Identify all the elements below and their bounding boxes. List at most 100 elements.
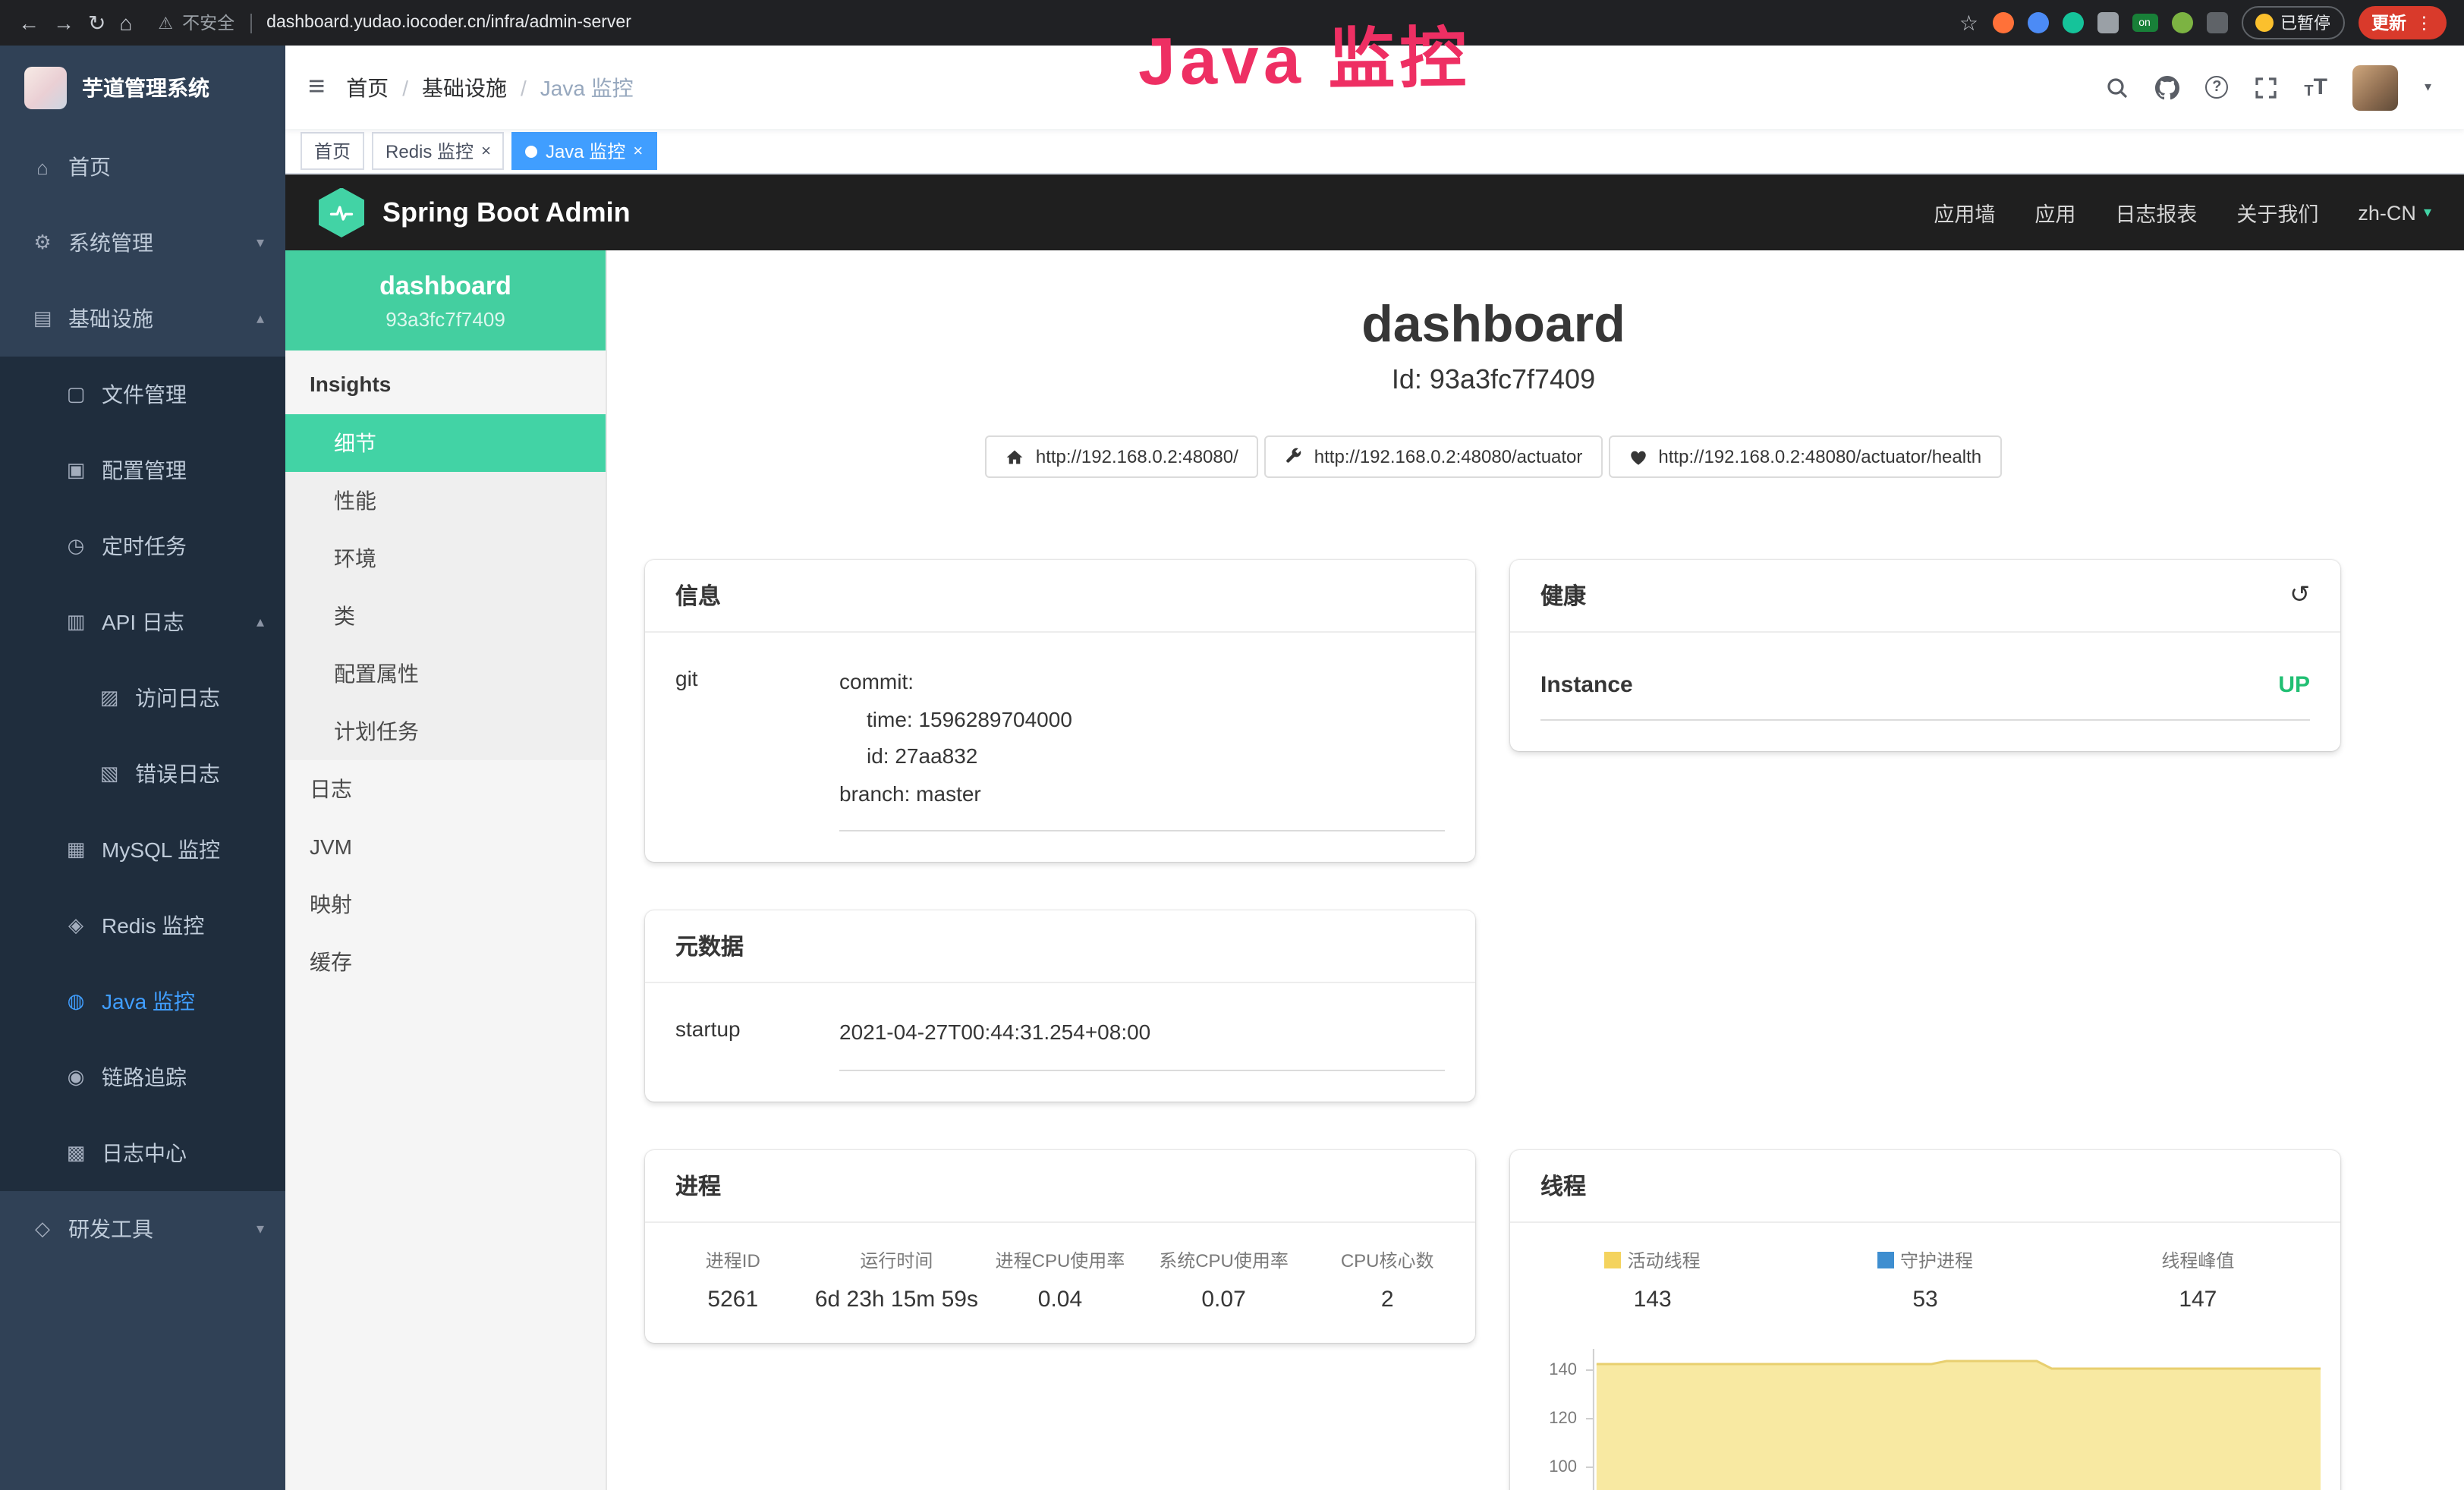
sidebar-item-file-management[interactable]: ▢ 文件管理 <box>0 357 285 432</box>
bookmark-star-icon[interactable]: ☆ <box>1959 12 1978 33</box>
forward-icon[interactable]: → <box>53 12 74 33</box>
sidebar-item-system-management[interactable]: ⚙ 系统管理 ▾ <box>0 205 285 281</box>
not-secure-label: 不安全 <box>182 11 234 35</box>
sidebar-item-access-logs[interactable]: ▨ 访问日志 <box>0 660 285 736</box>
extension-icon[interactable] <box>2027 12 2048 33</box>
stat-cpu-cores: CPU核心数 2 <box>1305 1246 1469 1312</box>
tags-bar: 首页 Redis 监控 × Java 监控 × <box>285 129 2464 174</box>
sidebar-item-tracing[interactable]: ◉ 链路追踪 <box>0 1039 285 1115</box>
sidebar-item-error-logs[interactable]: ▧ 错误日志 <box>0 736 285 812</box>
back-icon[interactable]: ← <box>18 12 39 33</box>
sidebar-item-dev-tools[interactable]: ◇ 研发工具 ▾ <box>0 1191 285 1267</box>
sba-item-caches[interactable]: 缓存 <box>285 933 606 991</box>
extension-icon[interactable] <box>2171 12 2192 33</box>
sidebar-item-api-logs[interactable]: ▥ API 日志 ▴ <box>0 584 285 660</box>
extension-puzzle-icon[interactable] <box>2206 12 2227 33</box>
hamburger-icon[interactable]: ≡ <box>308 71 325 104</box>
browser-home-icon[interactable]: ⌂ <box>119 12 132 33</box>
threads-card: 线程 活动线程 143 守护进程 <box>1510 1149 2340 1490</box>
sidebar-item-mysql-monitor[interactable]: ▦ MySQL 监控 <box>0 812 285 888</box>
sba-nav-about[interactable]: 关于我们 <box>2236 197 2318 228</box>
stat-uptime: 运行时间 6d 23h 15m 59s <box>815 1246 979 1312</box>
threads-legend: 活动线程 143 守护进程 53 线程峰值 <box>1510 1222 2340 1342</box>
profile-paused-badge[interactable]: 已暂停 <box>2241 6 2344 39</box>
spring-boot-admin: Spring Boot Admin 应用墙 应用 日志报表 关于我们 zh-CN… <box>285 174 2464 1490</box>
app-logo[interactable]: 芋道管理系统 <box>0 46 285 129</box>
sba-nav-wall[interactable]: 应用墙 <box>1934 197 1995 228</box>
sba-item-scheduled-tasks[interactable]: 计划任务 <box>285 703 606 760</box>
app-menu: ⌂ 首页 ⚙ 系统管理 ▾ ▤ 基础设施 ▴ ▢ 文件管理 <box>0 129 285 1267</box>
access-log-icon: ▨ <box>97 686 121 710</box>
service-url-button[interactable]: http://192.168.0.2:48080/ <box>986 435 1258 478</box>
fullscreen-icon[interactable] <box>2254 75 2278 99</box>
sba-nav-journal[interactable]: 日志报表 <box>2115 197 2197 228</box>
breadcrumb-home[interactable]: 首页 <box>346 72 389 102</box>
close-icon[interactable]: × <box>633 142 643 160</box>
extensions-grid-icon[interactable] <box>2097 12 2118 33</box>
github-icon[interactable] <box>2155 75 2179 99</box>
sba-logo-icon[interactable] <box>319 187 364 237</box>
address-bar[interactable]: ⚠ 不安全 dashboard.yudao.iocoder.cn/infra/a… <box>158 11 631 35</box>
search-icon[interactable] <box>2105 75 2129 99</box>
history-icon[interactable]: ↺ <box>2289 583 2310 608</box>
sba-item-metrics[interactable]: 性能 <box>285 472 606 530</box>
sidebar-item-home[interactable]: ⌂ 首页 <box>0 129 285 205</box>
app-sidebar: 芋道管理系统 ⌂ 首页 ⚙ 系统管理 ▾ ▤ 基础设施 ▴ <box>0 46 285 1490</box>
sba-item-details[interactable]: 细节 <box>285 414 606 472</box>
health-instance-label: Instance <box>1540 672 1633 698</box>
sba-instance-header[interactable]: dashboard 93a3fc7f7409 <box>285 250 606 350</box>
sba-item-mappings[interactable]: 映射 <box>285 875 606 933</box>
font-size-icon[interactable]: TT <box>2304 74 2327 100</box>
sidebar-item-label: Redis 监控 <box>102 910 204 941</box>
not-secure-warning-icon: ⚠ <box>158 13 173 33</box>
sidebar-item-config-management[interactable]: ▣ 配置管理 <box>0 432 285 508</box>
tag-java-monitor[interactable]: Java 监控 × <box>512 132 656 170</box>
stat-label: 系统CPU使用率 <box>1142 1246 1306 1272</box>
legend-label: 守护进程 <box>1900 1250 1973 1271</box>
sidebar-item-infrastructure[interactable]: ▤ 基础设施 ▴ <box>0 281 285 357</box>
breadcrumb-current: Java 监控 <box>540 72 634 102</box>
sidebar-item-label: Java 监控 <box>102 986 195 1017</box>
sba-nav-applications[interactable]: 应用 <box>2034 197 2075 228</box>
sba-item-configprops[interactable]: 配置属性 <box>285 645 606 703</box>
sba-item-jvm[interactable]: JVM <box>285 818 606 875</box>
extension-on-badge[interactable]: on <box>2132 14 2157 32</box>
close-icon[interactable]: × <box>481 142 491 160</box>
sidebar-item-label: 链路追踪 <box>102 1062 187 1092</box>
help-icon[interactable]: ? <box>2205 76 2228 99</box>
address-divider <box>250 13 251 33</box>
smiley-icon <box>2255 14 2273 32</box>
status-badge: UP <box>2278 672 2310 698</box>
refresh-icon[interactable]: ↻ <box>88 12 105 33</box>
sidebar-item-redis-monitor[interactable]: ◈ Redis 监控 <box>0 888 285 963</box>
sba-locale-select[interactable]: zh-CN ▾ <box>2358 201 2431 224</box>
sidebar-item-log-center[interactable]: ▩ 日志中心 <box>0 1115 285 1191</box>
process-stats: 进程ID 5261 运行时间 6d 23h 15m 59s <box>645 1222 1475 1342</box>
sidebar-item-java-monitor[interactable]: ◍ Java 监控 <box>0 963 285 1039</box>
metadata-key: startup <box>675 1014 839 1070</box>
home-icon: ⌂ <box>30 156 55 178</box>
tag-redis-monitor[interactable]: Redis 监控 × <box>372 132 505 170</box>
update-button[interactable]: 更新 ⋮ <box>2358 6 2447 39</box>
avatar-caret-icon[interactable]: ▾ <box>2425 79 2431 96</box>
sba-item-loggers[interactable]: 日志 <box>285 760 606 818</box>
avatar[interactable] <box>2353 64 2399 110</box>
breadcrumb-infrastructure[interactable]: 基础设施 <box>422 72 507 102</box>
sba-body: dashboard 93a3fc7f7409 Insights 细节 性能 环境… <box>285 250 2464 1490</box>
sba-insights-group: 细节 性能 环境 类 配置属性 计划任务 <box>285 414 606 760</box>
sba-item-environment[interactable]: 环境 <box>285 530 606 587</box>
infrastructure-icon: ▤ <box>30 306 55 331</box>
tag-home[interactable]: 首页 <box>301 132 364 170</box>
locale-label: zh-CN <box>2358 201 2416 224</box>
sidebar-item-scheduled-jobs[interactable]: ◷ 定时任务 <box>0 508 285 584</box>
actuator-url-button[interactable]: http://192.168.0.2:48080/actuator <box>1264 435 1603 478</box>
stat-value: 2 <box>1305 1286 1469 1312</box>
sba-item-classes[interactable]: 类 <box>285 587 606 645</box>
extension-icon[interactable] <box>1992 12 2013 33</box>
stat-system-cpu: 系统CPU使用率 0.07 <box>1142 1246 1306 1312</box>
extension-icon[interactable] <box>2062 12 2083 33</box>
kebab-menu-icon[interactable]: ⋮ <box>2415 12 2433 33</box>
health-url-button[interactable]: http://192.168.0.2:48080/actuator/health <box>1608 435 2001 478</box>
clock-icon: ◷ <box>64 534 88 558</box>
info-card: 信息 git commit: time: 1596289704000 <box>645 560 1475 862</box>
